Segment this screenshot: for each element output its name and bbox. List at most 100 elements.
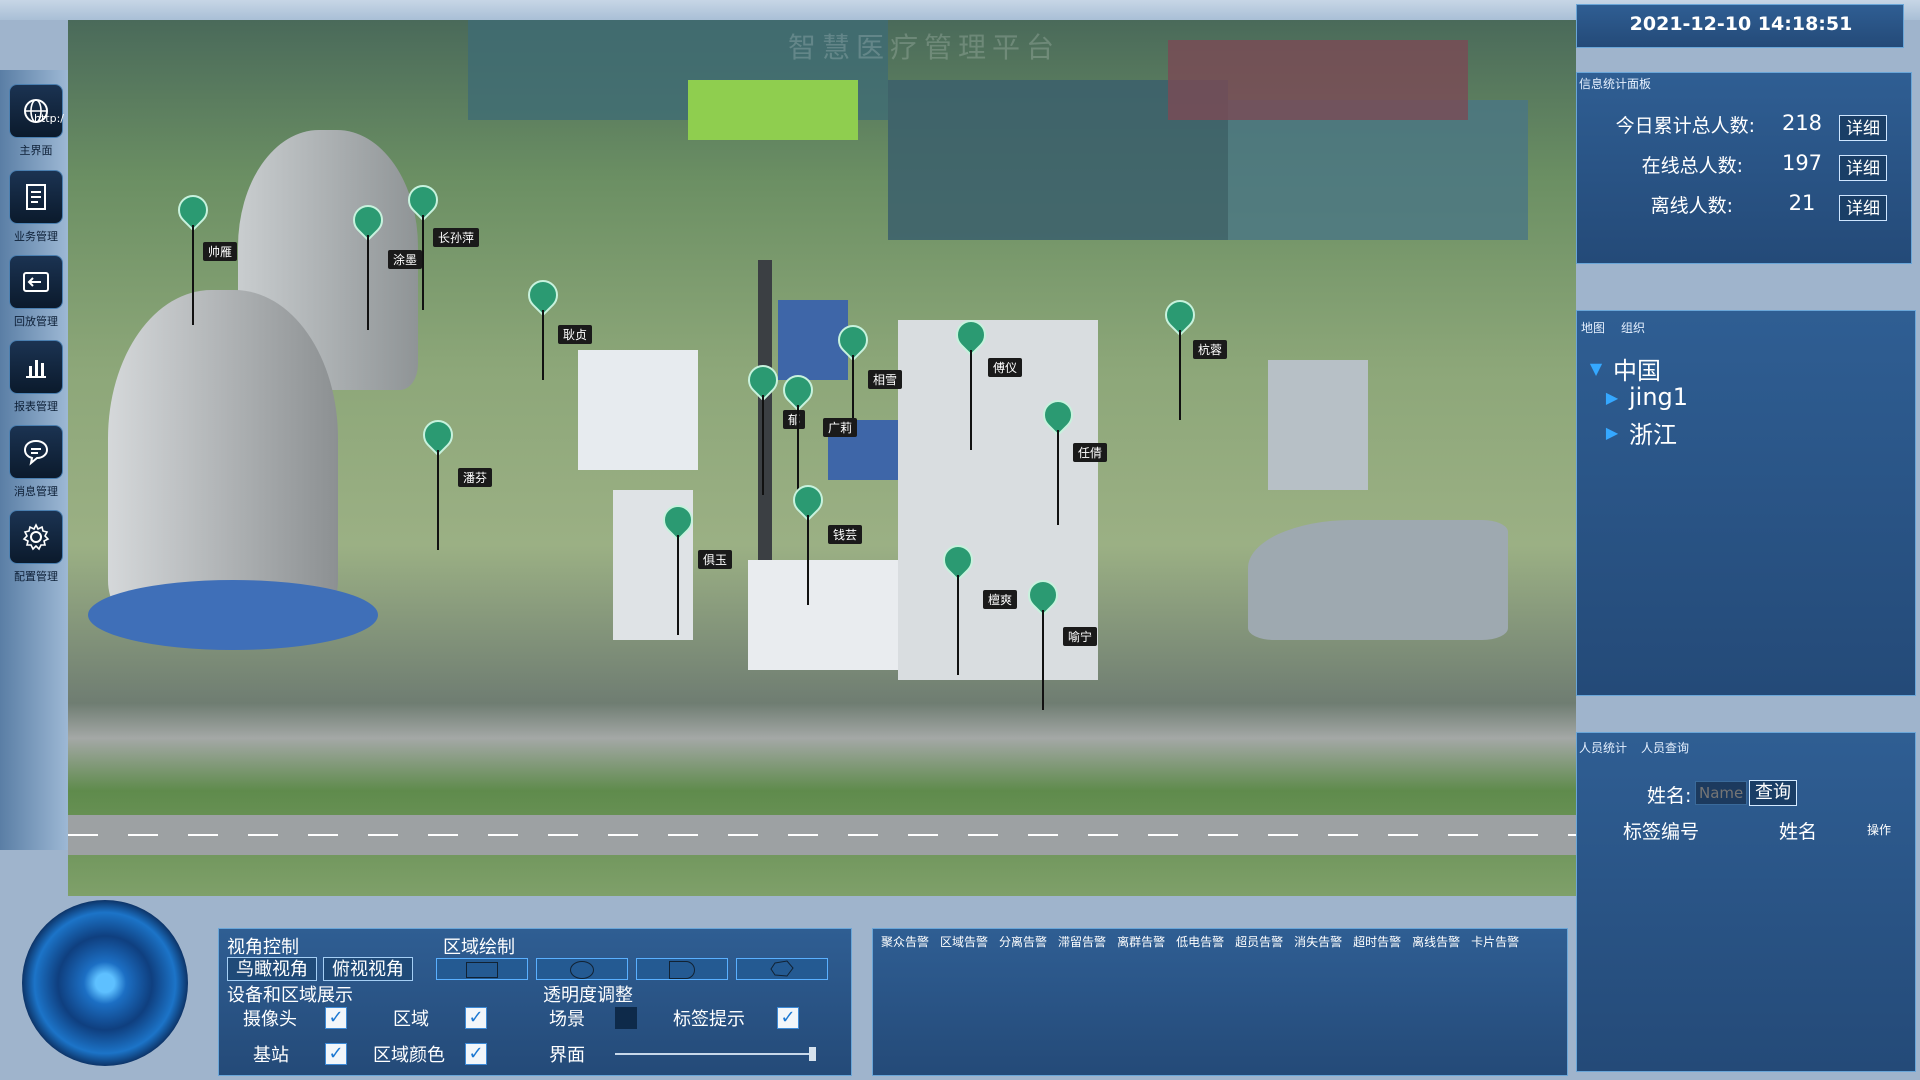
alert-tab[interactable]: 离群告警	[1117, 933, 1165, 950]
alert-tab[interactable]: 超员告警	[1235, 933, 1283, 950]
ui-opacity-slider-handle[interactable]	[809, 1047, 816, 1061]
person-tag[interactable]: 潘芬	[458, 468, 493, 487]
tree-node-zhejiang[interactable]: ▶ 浙江	[1603, 415, 1677, 450]
nav-label: 业务管理	[14, 230, 58, 243]
alert-tab[interactable]: 分离告警	[999, 933, 1047, 950]
pin-line	[1042, 610, 1044, 710]
person-tag[interactable]: 长孙萍	[433, 228, 480, 247]
tree-node-jing1[interactable]: ▶ jing1	[1603, 383, 1688, 411]
chevron-right-icon: ▶	[1605, 423, 1619, 442]
person-tag[interactable]: 杭蓉	[1193, 340, 1228, 359]
chevron-right-icon: ▶	[1605, 387, 1619, 407]
pin-line	[852, 355, 854, 425]
person-tag[interactable]: 广莉	[823, 418, 858, 437]
person-tag[interactable]: 相雪	[868, 370, 903, 389]
name-input[interactable]	[1695, 781, 1747, 805]
nav-label: 消息管理	[14, 485, 58, 498]
ui-opacity-label: 界面	[549, 1045, 585, 1066]
query-button[interactable]: 查询	[1749, 780, 1797, 806]
detail-button[interactable]: 详细	[1839, 115, 1887, 141]
pin-line	[957, 575, 959, 675]
left-nav: http:/ 主界面 业务管理 回放管理 报表管理 消息管理 配置管理	[0, 70, 70, 850]
draw-polygon-button[interactable]	[736, 958, 828, 980]
base-station-checkbox[interactable]: ✓	[325, 1043, 347, 1065]
person-tag[interactable]: 涂墨	[388, 250, 423, 269]
transparency-title: 透明度调整	[543, 985, 633, 1006]
datetime-bar: 2021-12-10 14:18:51	[1576, 4, 1904, 48]
pin-line	[970, 350, 972, 450]
stat-value: 197	[1781, 151, 1823, 175]
name-label: 姓名:	[1647, 785, 1692, 807]
nav-item-home[interactable]: http:/ 主界面	[8, 84, 64, 158]
nav-item-config[interactable]: 配置管理	[8, 510, 64, 584]
pin-line	[437, 450, 439, 550]
person-tag[interactable]: 耿贞	[558, 325, 593, 344]
base-station-label: 基站	[253, 1045, 289, 1066]
building	[1248, 520, 1508, 640]
detail-button[interactable]: 详细	[1839, 155, 1887, 181]
pin-line	[1179, 330, 1181, 420]
tab-person-query[interactable]: 人员查询	[1641, 739, 1689, 756]
alert-tab[interactable]: 卡片告警	[1471, 933, 1519, 950]
pin-line	[797, 405, 799, 495]
person-tag[interactable]: 俱玉	[698, 550, 733, 569]
road-marking	[68, 834, 1576, 836]
alert-panel: 聚众告警 区域告警 分离告警 滞留告警 离群告警 低电告警 超员告警 消失告警 …	[872, 928, 1568, 1076]
document-icon	[9, 170, 63, 224]
pin-line	[677, 535, 679, 635]
person-tag[interactable]: 傅仪	[988, 358, 1023, 377]
person-tag[interactable]: 檀爽	[983, 590, 1018, 609]
alert-tab[interactable]: 滞留告警	[1058, 933, 1106, 950]
detail-button[interactable]: 详细	[1839, 195, 1887, 221]
draw-rectangle-button[interactable]	[436, 958, 528, 980]
building	[578, 350, 698, 470]
alert-tab[interactable]: 离线告警	[1412, 933, 1460, 950]
person-tag[interactable]: 任倩	[1073, 443, 1108, 462]
pin-line	[542, 310, 544, 380]
alert-tab[interactable]: 低电告警	[1176, 933, 1224, 950]
tab-org[interactable]: 组织	[1621, 319, 1645, 336]
pin-line	[1057, 430, 1059, 525]
pin-line	[192, 225, 194, 325]
tree-node-label: 浙江	[1629, 421, 1677, 449]
alert-tab[interactable]: 超时告警	[1353, 933, 1401, 950]
person-tag[interactable]: 帅雁	[203, 242, 238, 261]
view-control-title: 视角控制	[227, 937, 299, 958]
stat-row: 今日累计总人数: 218 详细	[1577, 111, 1907, 147]
label-hint-checkbox[interactable]: ✓	[777, 1007, 799, 1029]
tab-map[interactable]: 地图	[1581, 319, 1605, 336]
scene-label: 场景	[549, 1009, 585, 1030]
stat-value: 218	[1781, 111, 1823, 135]
ui-opacity-slider-track[interactable]	[615, 1053, 813, 1055]
field	[688, 80, 858, 140]
nav-item-replay[interactable]: 回放管理	[8, 255, 64, 329]
alert-tab[interactable]: 消失告警	[1294, 933, 1342, 950]
person-panel: 人员统计 人员查询 姓名: 查询 标签编号 姓名 操作	[1576, 732, 1916, 1072]
person-tag[interactable]: 钱芸	[828, 525, 863, 544]
nav-item-report[interactable]: 报表管理	[8, 340, 64, 414]
birdseye-view-button[interactable]: 鸟瞰视角	[227, 957, 317, 981]
scene-checkbox[interactable]	[615, 1007, 637, 1029]
tree-panel: 地图 组织 ▼ 中国 ▶ jing1 ▶ 浙江	[1576, 310, 1916, 696]
person-tag[interactable]: 喻宁	[1063, 627, 1098, 646]
radar-disc	[22, 900, 188, 1066]
draw-circle-button[interactable]	[536, 958, 628, 980]
stat-label: 离线人数:	[1650, 195, 1733, 217]
nav-item-message[interactable]: 消息管理	[8, 425, 64, 499]
area-color-checkbox[interactable]: ✓	[465, 1043, 487, 1065]
label-hint-label: 标签提示	[673, 1009, 745, 1030]
url-overlay: http:/	[34, 112, 64, 125]
alert-tab[interactable]: 区域告警	[940, 933, 988, 950]
camera-checkbox[interactable]: ✓	[325, 1007, 347, 1029]
topdown-view-button[interactable]: 俯视视角	[323, 957, 413, 981]
tree-node-china[interactable]: ▼ 中国	[1587, 351, 1661, 386]
nav-item-business[interactable]: 业务管理	[8, 170, 64, 244]
alert-tab[interactable]: 聚众告警	[881, 933, 929, 950]
tab-person-stats[interactable]: 人员统计	[1579, 739, 1627, 756]
draw-sector-button[interactable]	[636, 958, 728, 980]
person-tag[interactable]: 郁	[783, 410, 806, 429]
area-checkbox[interactable]: ✓	[465, 1007, 487, 1029]
stats-panel-title: 信息统计面板	[1579, 77, 1652, 91]
3d-scene-map[interactable]: 智慧医疗管理平台 帅雁 涂墨 长孙萍 耿贞 潘芬 俱玉 郁 相雪 广莉 钱芸 傅…	[68, 20, 1576, 896]
chimney	[758, 260, 772, 560]
